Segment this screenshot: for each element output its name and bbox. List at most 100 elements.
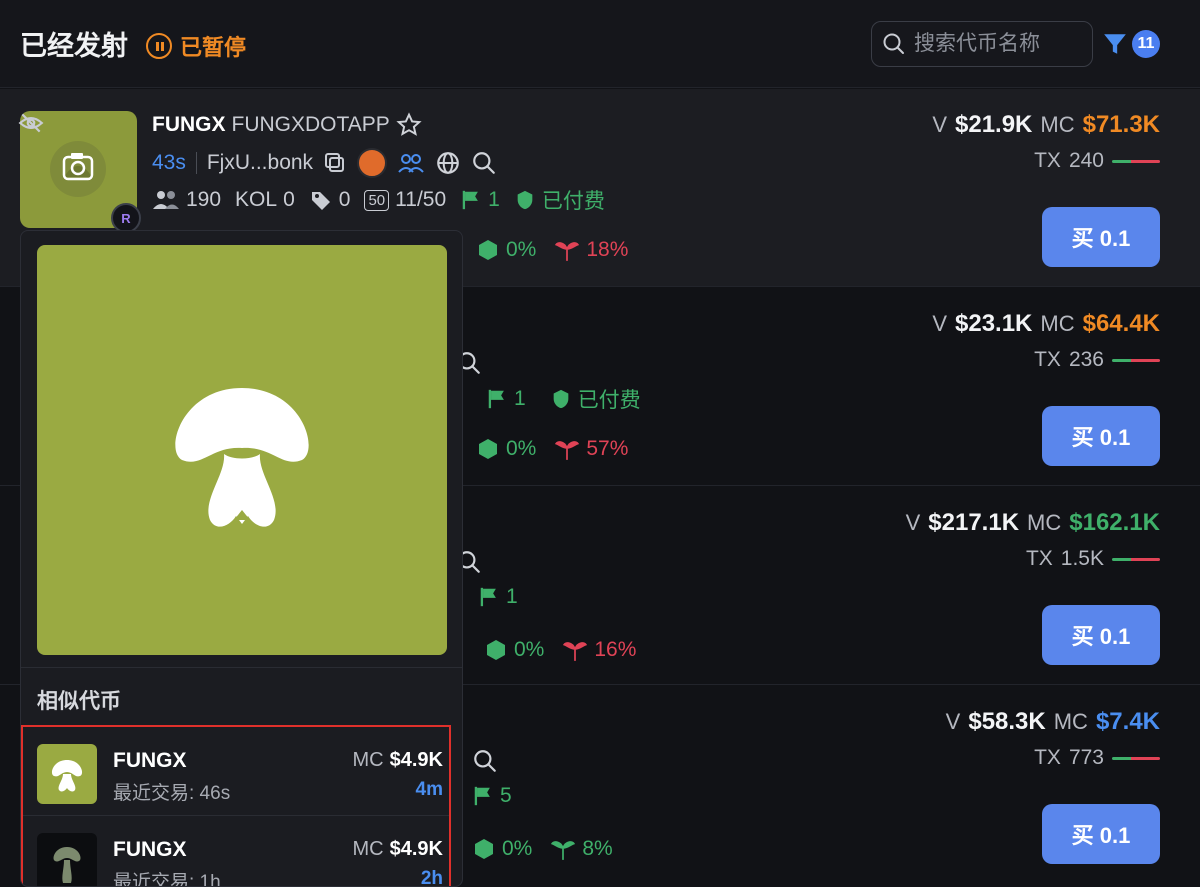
- mc-value: $64.4K: [1082, 310, 1160, 337]
- kol-stat: KOL 0: [235, 188, 295, 212]
- flag-stat: 1: [460, 188, 500, 212]
- volume-value: $217.1K: [928, 509, 1020, 536]
- filter-button[interactable]: 11: [1102, 30, 1160, 58]
- hide-eye-icon[interactable]: [18, 110, 44, 136]
- token-stats-partial: 5: [472, 784, 512, 808]
- box-percent: 0%: [514, 638, 545, 661]
- star-icon[interactable]: [396, 112, 422, 138]
- mushroom-logo-icon: [51, 760, 83, 792]
- flag-icon: [488, 389, 504, 409]
- similar-token-image: [37, 744, 97, 804]
- buy-sell-ratio-bar: [1112, 358, 1160, 362]
- search-icon[interactable]: [471, 150, 497, 176]
- mc-value: $4.9K: [389, 749, 443, 771]
- similar-token-age: 4m: [415, 779, 443, 800]
- mushroom-logo-icon: [175, 388, 309, 527]
- tx-label: TX: [1034, 149, 1061, 172]
- sprout-icon: [551, 841, 576, 860]
- similar-token-item[interactable]: FUNGX 最近交易: 1h MC $4.9K 2h: [23, 815, 449, 887]
- buy-button[interactable]: 买 0.1: [1042, 406, 1160, 466]
- holders-stat: 190: [152, 188, 221, 212]
- mc-label: MC: [1053, 709, 1088, 734]
- box-icon: [487, 640, 505, 660]
- volume-value: $58.3K: [968, 708, 1046, 735]
- box-icon: [475, 839, 493, 859]
- buy-sell-ratio-bar: [1112, 159, 1160, 163]
- token-symbol[interactable]: FUNGX: [152, 113, 226, 137]
- volume-label: V: [905, 510, 921, 535]
- launchpad-icon[interactable]: [357, 148, 388, 178]
- paid-label: 已付费: [577, 389, 641, 412]
- token-extra-stats: 0% 8%: [472, 836, 613, 862]
- mushroom-logo-icon: [53, 847, 81, 883]
- volume-label: V: [945, 709, 961, 734]
- flag-count: 5: [500, 784, 512, 807]
- similar-token-image: [37, 833, 97, 886]
- mc-value: $4.9K: [389, 838, 443, 860]
- filter-count-badge: 11: [1132, 30, 1160, 58]
- token-metrics: V $23.1K MC $64.4K TX 236: [932, 310, 1160, 372]
- search-box[interactable]: [871, 21, 1093, 67]
- buy-button[interactable]: 买 0.1: [1042, 207, 1160, 267]
- buy-button[interactable]: 买 0.1: [1042, 804, 1160, 864]
- flag-icon: [480, 587, 496, 607]
- pause-icon[interactable]: [146, 33, 172, 59]
- search-input[interactable]: [914, 32, 1084, 56]
- token-title-line: FUNGX FUNGXDOTAPP: [152, 112, 422, 138]
- paid-label: 已付费: [541, 190, 605, 213]
- slots-count: 11/50: [395, 188, 447, 211]
- tag-stat: 0: [309, 188, 351, 212]
- mc-label: MC: [1027, 510, 1062, 535]
- similar-token-mc: MC $4.9K: [353, 838, 443, 861]
- box-percent: 0%: [506, 238, 537, 261]
- flag-count: 1: [514, 387, 526, 410]
- tag-count: 0: [338, 188, 351, 211]
- box-icon: [479, 240, 497, 260]
- flag-icon: [462, 190, 479, 210]
- kol-label: KOL: [235, 188, 278, 211]
- similar-token-item[interactable]: FUNGX 最近交易: 46s MC $4.9K 4m: [23, 727, 449, 815]
- similar-token-name: FUNGX: [113, 749, 187, 772]
- token-stats-partial: 1 已付费: [486, 384, 641, 414]
- similar-token-last-trade: 最近交易: 1h: [113, 872, 221, 887]
- holders-count: 190: [186, 188, 222, 211]
- tx-label: TX: [1034, 348, 1061, 371]
- copy-icon[interactable]: [323, 151, 347, 175]
- search-icon[interactable]: [472, 748, 498, 774]
- mc-value: $71.3K: [1082, 111, 1160, 138]
- token-address[interactable]: FjxU...bonk: [207, 151, 313, 175]
- paused-status[interactable]: 已暂停: [146, 30, 246, 62]
- tag-icon: [311, 192, 330, 210]
- token-meta-line: 43s FjxU...bonk: [152, 148, 497, 178]
- community-icon[interactable]: [397, 150, 425, 176]
- token-age: 43s: [152, 151, 186, 174]
- buy-sell-ratio-bar: [1112, 557, 1160, 561]
- sprout-icon: [555, 441, 580, 460]
- token-stats-line: 190 KOL 0 0 50 11/50 1 已付费: [152, 185, 605, 215]
- sprout-icon: [563, 642, 588, 661]
- chain-icon: R: [111, 203, 141, 233]
- sprout-percent: 8%: [582, 837, 613, 860]
- mc-label: MC: [1040, 112, 1075, 137]
- token-name[interactable]: FUNGXDOTAPP: [232, 113, 390, 137]
- token-metrics: V $21.9K MC $71.3K TX 240: [932, 111, 1160, 173]
- tx-value: 240: [1068, 149, 1104, 172]
- divider: [21, 667, 462, 668]
- volume-value: $21.9K: [955, 111, 1033, 138]
- similar-token-mc: MC $4.9K: [353, 749, 443, 772]
- header: 已经发射 已暂停 11: [0, 0, 1200, 88]
- website-globe-icon[interactable]: [435, 150, 461, 176]
- buy-button[interactable]: 买 0.1: [1042, 605, 1160, 665]
- slots-stat: 50 11/50: [364, 188, 446, 212]
- volume-label: V: [932, 112, 947, 137]
- box-percent: 0%: [502, 837, 533, 860]
- tx-label: TX: [1025, 547, 1053, 570]
- mc-label: MC: [352, 838, 384, 860]
- kol-count: 0: [283, 188, 295, 211]
- flag-count: 1: [488, 188, 500, 211]
- buy-sell-ratio-bar: [1112, 756, 1160, 760]
- mc-value: $7.4K: [1095, 708, 1160, 735]
- mc-value: $162.1K: [1069, 509, 1160, 536]
- flag-icon: [474, 786, 490, 806]
- mc-label: MC: [1040, 311, 1075, 336]
